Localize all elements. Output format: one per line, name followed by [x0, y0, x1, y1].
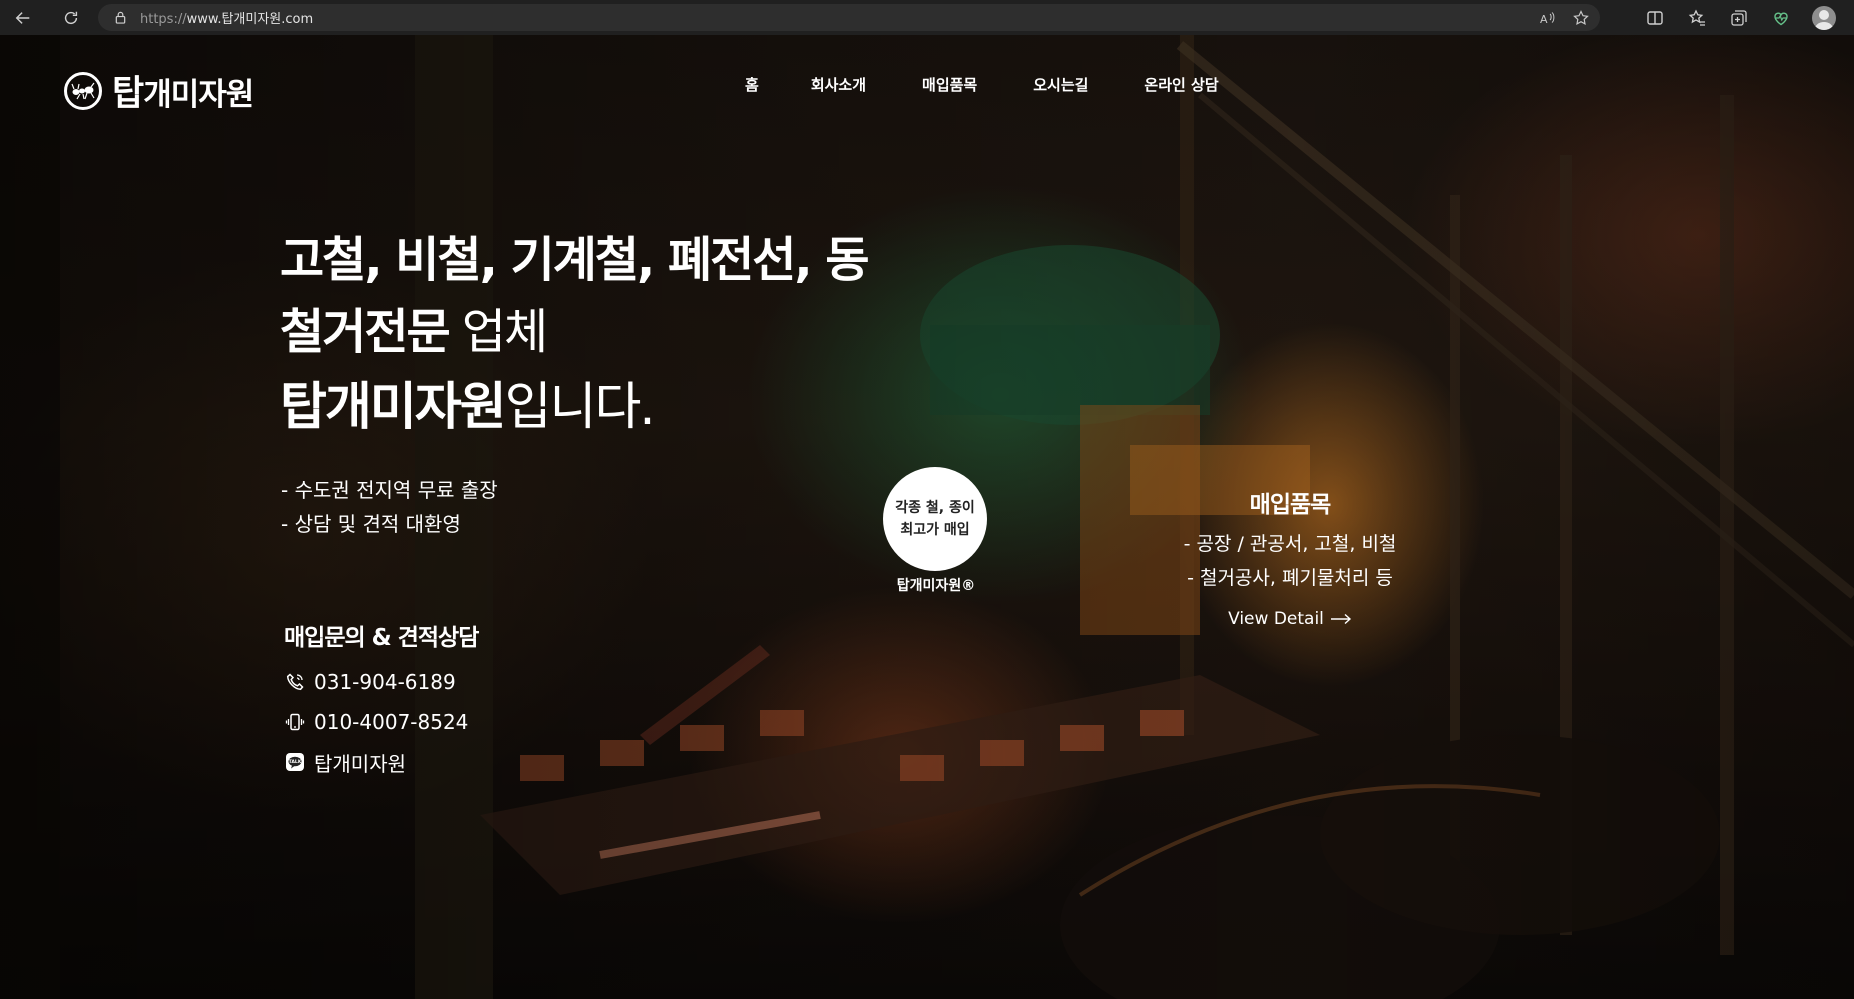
url-text[interactable]: https://www.탑개미자원.com — [140, 8, 313, 27]
split-screen-icon[interactable] — [1644, 7, 1666, 29]
kakaotalk-icon: TALK — [284, 751, 306, 773]
bullet-item: - 수도권 전지역 무료 출장 — [281, 478, 498, 502]
hero-bullets: - 수도권 전지역 무료 출장 - 상담 및 견적 대환영 — [281, 473, 498, 541]
badge-line-2: 최고가 매입 — [900, 522, 970, 538]
products-line: - 공장 / 관공서, 고철, 비철 — [1183, 533, 1397, 555]
headline-line-3-normal: 입니다. — [504, 378, 656, 437]
svg-text:TALK: TALK — [289, 759, 302, 765]
url-scheme: https:// — [140, 12, 187, 27]
logo-text-big: 탑 — [112, 74, 144, 114]
headline-line-3-bold: 탑개미자원 — [280, 378, 507, 437]
badge-line-1: 각종 철, 종이 — [895, 500, 975, 516]
kakao-id: 탑개미자원 — [314, 751, 406, 776]
logo-wordmark: 탑개미자원 — [112, 65, 254, 116]
nav-products[interactable]: 매입품목 — [922, 72, 977, 98]
nav-online-consult[interactable]: 온라인 상담 — [1144, 72, 1218, 98]
browser-toolbar: https://www.탑개미자원.com A — [0, 0, 1854, 35]
view-detail-label: View Detail — [1228, 609, 1324, 629]
address-bar-actions: A — [1538, 4, 1590, 31]
kakao-contact[interactable]: TALK 탑개미자원 — [284, 742, 478, 782]
hero-section: 탑개미자원 홈 회사소개 매입품목 오시는길 온라인 상담 고철, 비철, 기계… — [0, 35, 1854, 999]
bullet-item: - 상담 및 견적 대환영 — [281, 512, 461, 536]
read-aloud-icon[interactable]: A — [1538, 9, 1556, 27]
lock-icon[interactable] — [106, 4, 134, 31]
svg-text:A: A — [1540, 13, 1548, 26]
favorite-star-icon[interactable] — [1572, 9, 1590, 27]
headline-line-2-normal: 업체 — [448, 304, 548, 360]
arrow-right-icon — [1330, 613, 1351, 625]
contact-title: 매입문의 & 견적상담 — [284, 625, 479, 651]
nav-about[interactable]: 회사소개 — [811, 72, 866, 98]
products-line: - 철거공사, 폐기물처리 등 — [1187, 567, 1393, 589]
headline-line-1: 고철, 비철, 기계철, 폐전선, 동 — [280, 232, 870, 288]
headline-line-3: 탑개미자원입니다. — [280, 369, 868, 447]
headline-line-2-bold: 철거전문 — [280, 304, 451, 360]
browser-essentials-icon[interactable] — [1770, 7, 1792, 29]
view-detail-link[interactable]: View Detail — [1228, 609, 1352, 629]
browser-tools — [1644, 0, 1836, 35]
badge-caption: 탑개미자원® — [896, 578, 976, 594]
hero-headline: 고철, 비철, 기계철, 폐전선, 동 철거전문 업체 탑개미자원입니다. — [280, 225, 870, 447]
products-block: 매입품목 - 공장 / 관공서, 고철, 비철 - 철거공사, 폐기물처리 등 … — [1170, 485, 1410, 629]
price-badge: 각종 철, 종이 최고가 매입 — [883, 467, 987, 571]
logo-text: 개미자원 — [143, 77, 254, 113]
back-arrow-icon[interactable] — [6, 1, 40, 35]
phone-number: 031-904-6189 — [314, 670, 456, 694]
mobile-contact[interactable]: 010-4007-8524 — [284, 702, 478, 742]
ant-logo-icon — [64, 71, 102, 110]
collections-icon[interactable] — [1728, 7, 1750, 29]
address-bar[interactable]: https://www.탑개미자원.com A — [98, 4, 1600, 31]
phone-contact[interactable]: 031-904-6189 — [284, 662, 478, 702]
contact-block: 매입문의 & 견적상담 031-904-6189 010-4007-8524 T… — [284, 618, 479, 782]
nav-location[interactable]: 오시는길 — [1033, 72, 1088, 98]
nav-home[interactable]: 홈 — [745, 72, 759, 98]
mobile-vibrate-icon — [284, 711, 306, 733]
mobile-number: 010-4007-8524 — [314, 710, 469, 734]
profile-avatar-icon[interactable] — [1812, 5, 1836, 30]
site-logo[interactable]: 탑개미자원 — [64, 65, 254, 116]
phone-icon — [284, 671, 306, 693]
refresh-icon[interactable] — [54, 1, 88, 35]
headline-line-2: 철거전문 업체 — [280, 295, 868, 369]
url-host: www.탑개미자원.com — [186, 12, 314, 27]
favorites-icon[interactable] — [1686, 7, 1708, 29]
main-nav: 홈 회사소개 매입품목 오시는길 온라인 상담 — [740, 72, 1219, 98]
products-title: 매입품목 — [1249, 492, 1332, 518]
